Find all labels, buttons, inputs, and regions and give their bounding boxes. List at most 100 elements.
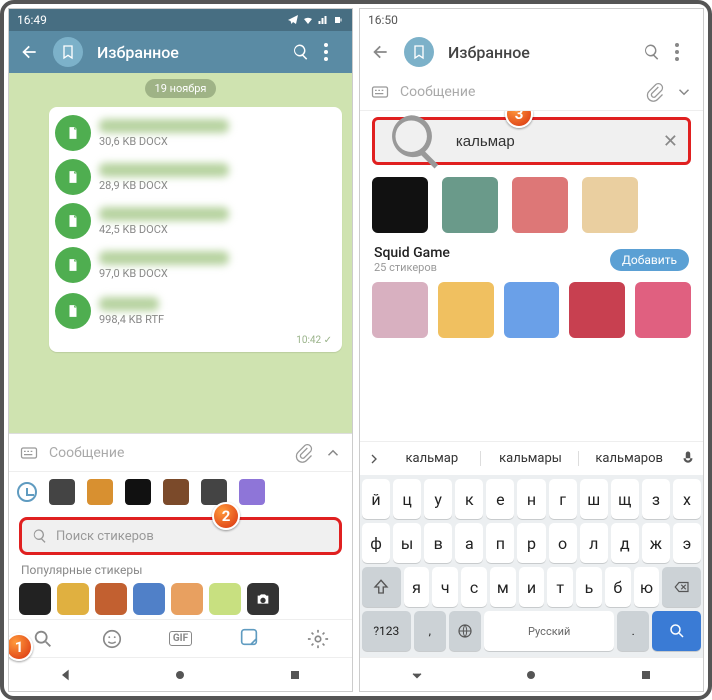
sticker-thumb[interactable]: [95, 583, 127, 615]
back-icon[interactable]: [19, 42, 39, 62]
camera-icon[interactable]: [247, 583, 279, 615]
sticker-thumb[interactable]: [438, 282, 494, 338]
key[interactable]: б: [605, 567, 631, 607]
key[interactable]: у: [424, 479, 452, 519]
key[interactable]: ш: [580, 479, 608, 519]
nav-recent-icon[interactable]: [287, 667, 303, 683]
key[interactable]: п: [486, 523, 514, 563]
saved-avatar[interactable]: [404, 37, 434, 67]
enter-key[interactable]: [652, 611, 701, 651]
search-icon[interactable]: [643, 43, 661, 61]
keyboard-icon[interactable]: [19, 443, 39, 463]
sticker-pack-thumb[interactable]: [49, 479, 75, 505]
key[interactable]: я: [404, 567, 430, 607]
sticker-thumb[interactable]: [209, 583, 241, 615]
gif-tab[interactable]: GIF: [169, 631, 192, 646]
recent-tab-icon[interactable]: [17, 482, 37, 502]
sticker-search-box[interactable]: Поиск стикеров 2: [19, 517, 342, 555]
sticker-pack-thumb[interactable]: [163, 479, 189, 505]
add-button[interactable]: Добавить: [610, 249, 689, 271]
key[interactable]: з: [642, 479, 670, 519]
key[interactable]: ь: [576, 567, 602, 607]
key[interactable]: ц: [393, 479, 421, 519]
key[interactable]: о: [549, 523, 577, 563]
nav-home-icon[interactable]: [523, 667, 539, 683]
file-row[interactable]: 28,9 KB DOCX: [55, 155, 334, 199]
chevron-right-icon[interactable]: [366, 451, 382, 467]
sticker-tab-active[interactable]: [238, 626, 260, 652]
message-placeholder[interactable]: Сообщение: [49, 445, 284, 461]
key[interactable]: щ: [611, 479, 639, 519]
sticker-thumb[interactable]: [133, 583, 165, 615]
mic-icon[interactable]: [679, 450, 697, 468]
sticker-search-field[interactable]: ✕ 3: [372, 117, 691, 165]
settings-icon[interactable]: [307, 628, 329, 650]
key[interactable]: р: [517, 523, 545, 563]
suggestion[interactable]: кальмары: [483, 451, 580, 466]
key[interactable]: ж: [642, 523, 670, 563]
clear-icon[interactable]: ✕: [663, 131, 678, 152]
key[interactable]: д: [611, 523, 639, 563]
file-row[interactable]: 97,0 KB DOCX: [55, 243, 334, 287]
comma-key[interactable]: ,: [414, 611, 446, 651]
sticker-thumb[interactable]: [372, 177, 428, 233]
message-bubble[interactable]: 30,6 KB DOCX 28,9 KB DOCX 42,5 KB DOCX 9…: [49, 107, 342, 352]
backspace-key[interactable]: [662, 567, 701, 607]
key[interactable]: л: [580, 523, 608, 563]
file-row[interactable]: 998,4 KB RTF: [55, 287, 334, 335]
key[interactable]: ю: [634, 567, 660, 607]
chevron-up-icon[interactable]: [324, 444, 342, 462]
suggestion[interactable]: кальмар: [384, 451, 481, 466]
nav-recent-icon[interactable]: [638, 667, 654, 683]
sticker-thumb[interactable]: [19, 583, 51, 615]
key[interactable]: ф: [362, 523, 390, 563]
attach-icon[interactable]: [645, 82, 665, 102]
sticker-pack-thumb[interactable]: [239, 479, 265, 505]
sticker-thumb[interactable]: [504, 282, 560, 338]
nav-back-icon[interactable]: [58, 667, 74, 683]
nav-back-icon[interactable]: [409, 667, 425, 683]
key[interactable]: й: [362, 479, 390, 519]
key[interactable]: ч: [432, 567, 458, 607]
sticker-thumb[interactable]: [512, 177, 568, 233]
saved-avatar[interactable]: [53, 37, 83, 67]
shift-key[interactable]: [362, 567, 401, 607]
sticker-thumb[interactable]: [372, 282, 428, 338]
key[interactable]: е: [486, 479, 514, 519]
globe-key[interactable]: [449, 611, 481, 651]
file-row[interactable]: 30,6 KB DOCX: [55, 111, 334, 155]
suggestion[interactable]: кальмаров: [581, 451, 677, 466]
key[interactable]: х: [673, 479, 701, 519]
key[interactable]: т: [547, 567, 573, 607]
key[interactable]: м: [490, 567, 516, 607]
search-input[interactable]: [456, 133, 655, 150]
key[interactable]: в: [424, 523, 452, 563]
nav-home-icon[interactable]: [172, 667, 188, 683]
search-icon[interactable]: [32, 628, 54, 650]
sticker-thumb[interactable]: [569, 282, 625, 338]
sticker-pack-thumb[interactable]: [201, 479, 227, 505]
key[interactable]: г: [549, 479, 577, 519]
attach-icon[interactable]: [294, 443, 314, 463]
sticker-pack-thumb[interactable]: [125, 479, 151, 505]
key[interactable]: э: [673, 523, 701, 563]
sticker-thumb[interactable]: [171, 583, 203, 615]
key[interactable]: ы: [393, 523, 421, 563]
sticker-thumb[interactable]: [635, 282, 691, 338]
sticker-thumb[interactable]: [442, 177, 498, 233]
sticker-pack-thumb[interactable]: [87, 479, 113, 505]
more-icon[interactable]: [675, 43, 693, 61]
emoji-icon[interactable]: [101, 628, 123, 650]
search-icon[interactable]: [292, 43, 310, 61]
key[interactable]: а: [455, 523, 483, 563]
more-icon[interactable]: [324, 43, 342, 61]
sticker-thumb[interactable]: [582, 177, 638, 233]
sticker-thumb[interactable]: [57, 583, 89, 615]
key[interactable]: к: [455, 479, 483, 519]
key[interactable]: и: [519, 567, 545, 607]
numkey[interactable]: ?123: [362, 611, 411, 651]
keyboard-icon[interactable]: [370, 82, 390, 102]
message-placeholder[interactable]: Сообщение: [400, 84, 635, 100]
period-key[interactable]: .: [617, 611, 649, 651]
key[interactable]: н: [517, 479, 545, 519]
